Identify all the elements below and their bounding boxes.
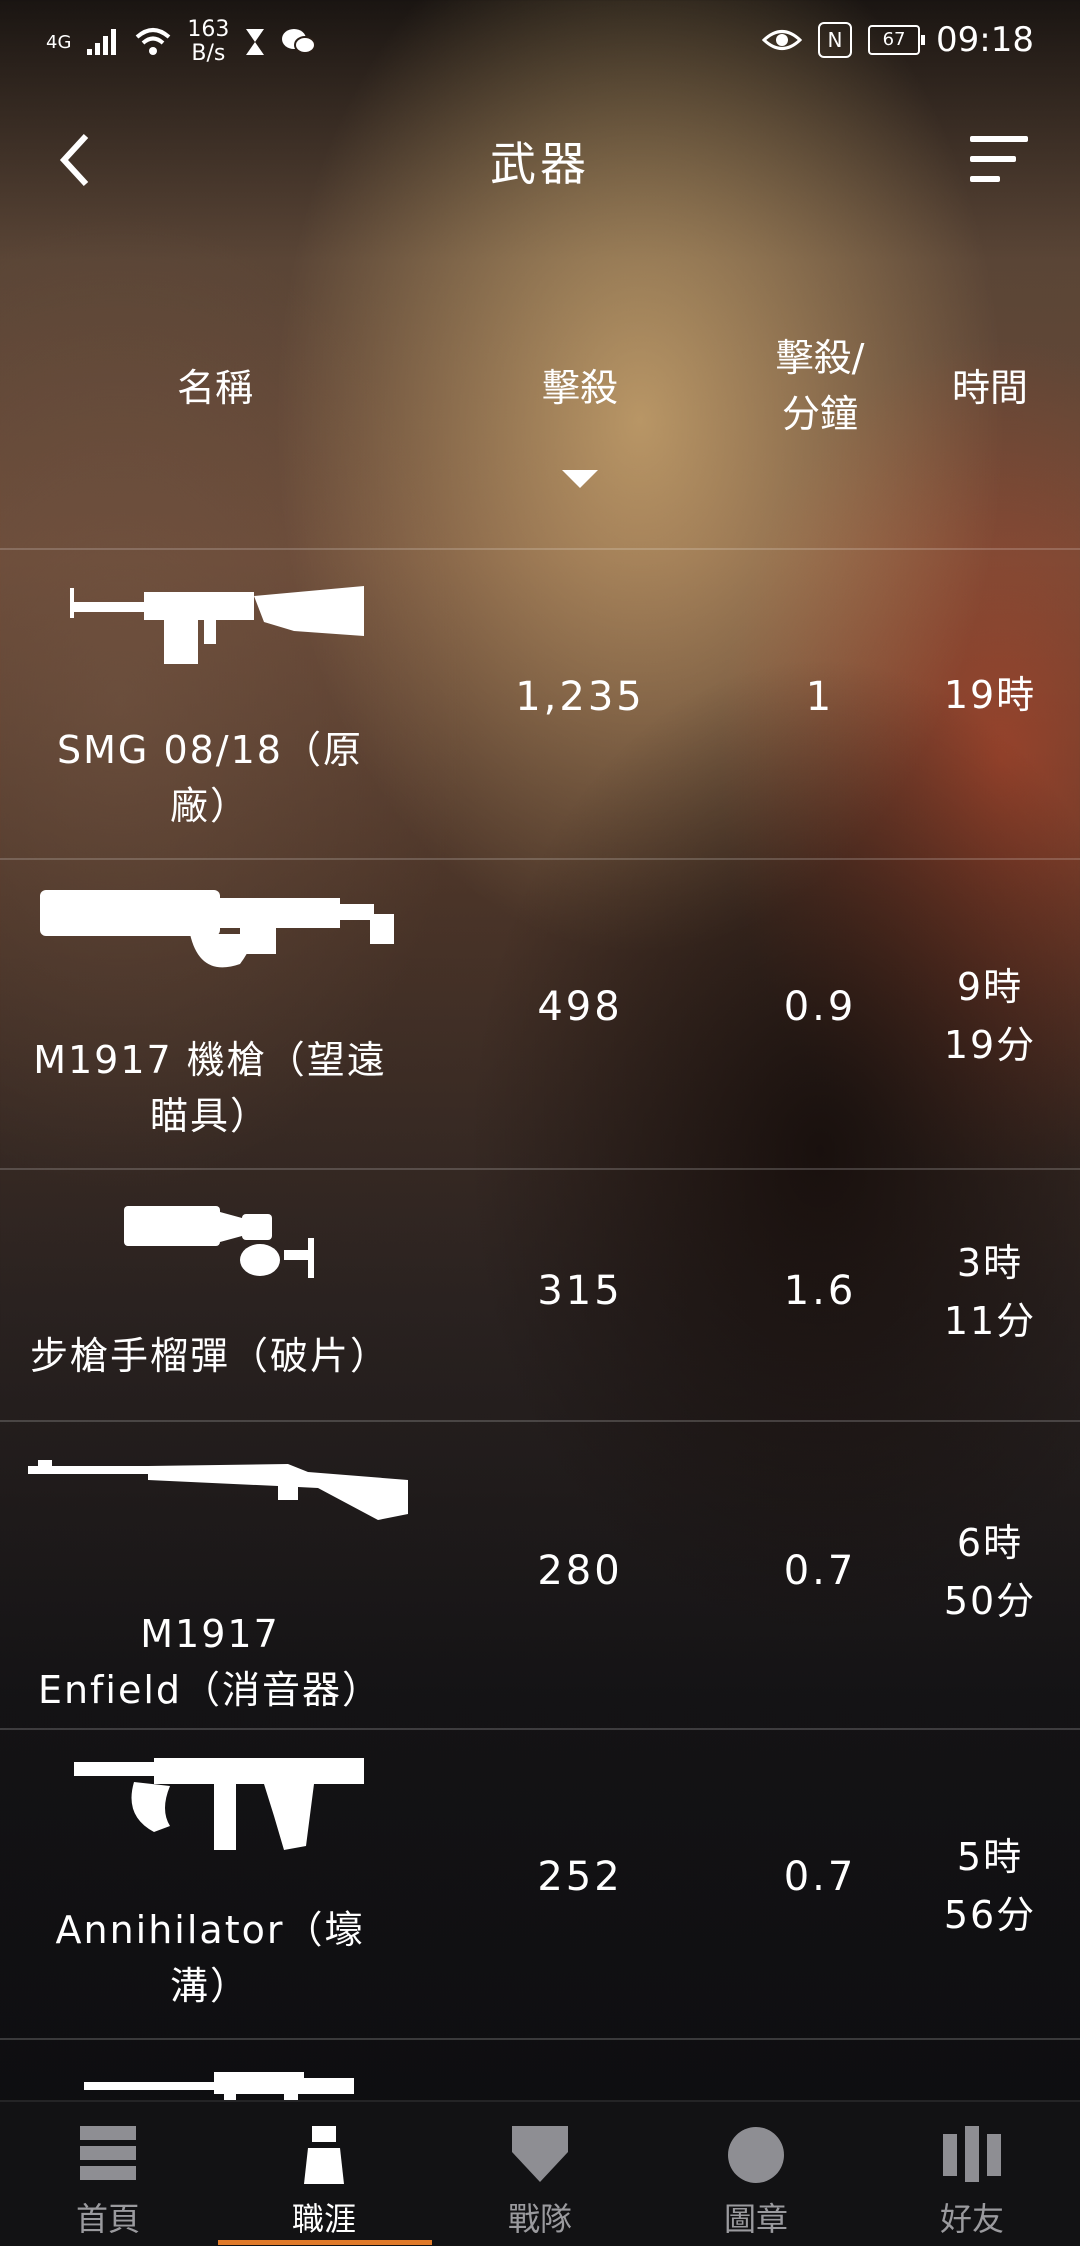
table-header: 名稱 擊殺 擊殺/ 分鐘 時間 (0, 320, 1080, 560)
rifle-grenade-icon (124, 1206, 314, 1278)
table-row[interactable]: SMG 08/18（原 廠） 1,235 1 19時 (0, 548, 1080, 858)
weapon-name: M1917 機槍（望遠 瞄具） (33, 1038, 387, 1138)
career-icon (304, 2126, 344, 2184)
weapon-time: 3時 11分 (943, 1241, 1037, 1343)
network-speed: 163 B/s (187, 17, 230, 66)
top-app-bar: 武器 (0, 110, 1080, 210)
signal-icon (87, 29, 117, 55)
sort-descending-icon (562, 470, 598, 488)
weapon-time: 6時 50分 (943, 1521, 1037, 1623)
weapon-kpm: 0.7 (783, 1854, 857, 1900)
weapon-kills: 280 (537, 1548, 623, 1594)
clock: 09:18 (936, 20, 1034, 60)
weapon-name: SMG 08/18（原 廠） (57, 728, 363, 828)
weapon-kills: 315 (537, 1268, 623, 1314)
table-row[interactable]: M1917 Enfield（消音器） 280 0.7 6時 50分 (0, 1420, 1080, 1728)
weapon-time: 9時 19分 (943, 965, 1037, 1067)
nav-item-emblem[interactable]: 圖章 (648, 2102, 864, 2246)
nav-item-home[interactable]: 首頁 (0, 2102, 216, 2246)
network-type: 4G (46, 31, 72, 53)
weapon-kills: 252 (537, 1854, 623, 1900)
weapon-time: 19時 (943, 673, 1037, 717)
weapon-name: M1917 Enfield（消音器） (37, 1612, 383, 1712)
platoon-icon (512, 2126, 568, 2182)
weapon-kills: 498 (537, 984, 623, 1030)
emblem-icon (728, 2127, 784, 2183)
nav-item-career[interactable]: 職涯 (216, 2102, 432, 2246)
eye-icon (762, 30, 803, 50)
weapon-time: 5時 56分 (943, 1835, 1037, 1937)
weapon-kpm: 1.6 (783, 1268, 857, 1314)
battery-icon: 67 (868, 25, 926, 55)
table-row[interactable]: 步槍手榴彈（破片） 315 1.6 3時 11分 (0, 1168, 1080, 1420)
table-row[interactable]: M1917 機槍（望遠 瞄具） 498 0.9 9時 19分 (0, 858, 1080, 1168)
smg-0818-icon (70, 586, 364, 664)
wifi-icon (136, 28, 171, 55)
friends-icon (943, 2126, 1001, 2182)
active-tab-indicator (218, 2240, 432, 2245)
annihilator-icon (74, 1758, 364, 1850)
column-header-kpm[interactable]: 擊殺/ 分鐘 (740, 330, 900, 442)
wechat-icon (282, 29, 317, 54)
weapon-kpm: 0.9 (783, 984, 857, 1030)
bottom-navigation: 首頁 職涯 戰隊 圖章 好友 (0, 2100, 1080, 2246)
column-header-kills[interactable]: 擊殺 (500, 360, 660, 416)
weapon-name: 步槍手榴彈（破片） (29, 1334, 390, 1378)
home-icon (80, 2126, 136, 2180)
weapon-kpm: 1 (805, 674, 835, 720)
m1917-mg-icon (40, 890, 394, 968)
weapon-name: Annihilator（壕 溝） (55, 1908, 365, 2008)
weapon-table: SMG 08/18（原 廠） 1,235 1 19時 M1917 機槍（望遠 瞄… (0, 548, 1080, 2120)
column-header-time[interactable]: 時間 (920, 360, 1060, 416)
nav-item-friends[interactable]: 好友 (864, 2102, 1080, 2246)
weapon-kpm: 0.7 (783, 1548, 857, 1594)
hourglass-icon (246, 29, 265, 55)
nav-item-platoon[interactable]: 戰隊 (432, 2102, 648, 2246)
page-title: 武器 (490, 137, 590, 191)
table-row[interactable]: Annihilator（壕 溝） 252 0.7 5時 56分 (0, 1728, 1080, 2038)
column-header-name[interactable]: 名稱 (120, 360, 310, 416)
nfc-icon: N (818, 22, 853, 58)
status-bar: 4G 163 B/s N 67 09:18 (0, 0, 1080, 86)
sort-menu-icon[interactable] (970, 136, 1028, 192)
weapon-kills: 1,235 (515, 674, 645, 720)
m1917-enfield-icon (28, 1460, 408, 1520)
